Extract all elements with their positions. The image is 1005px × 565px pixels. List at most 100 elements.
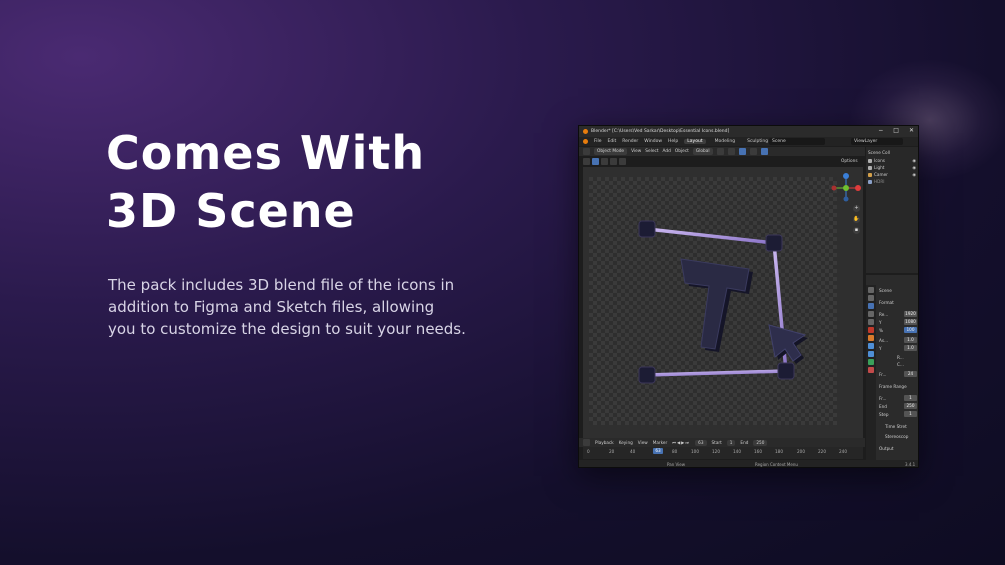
eye-icon[interactable]: ◉	[912, 164, 916, 171]
eye-icon[interactable]: ◉	[912, 171, 916, 178]
play-controls[interactable]: ⏮◀▶⏭	[672, 440, 690, 445]
physics-tab-icon[interactable]	[868, 351, 874, 357]
minimize-button[interactable]: −	[878, 127, 883, 134]
field-label: R...	[897, 355, 904, 360]
playhead[interactable]: 63	[653, 448, 663, 454]
editor-type-icon[interactable]	[583, 148, 590, 155]
outliner-item-camera[interactable]: Camer ◉	[868, 171, 918, 178]
format-section[interactable]: Format	[879, 299, 918, 306]
resolution-x-row: Re... 1920	[879, 311, 918, 318]
time-stretching-section[interactable]: Time Stret	[879, 423, 918, 430]
close-button[interactable]: ✕	[909, 127, 914, 134]
start-frame-field[interactable]: 1	[726, 439, 736, 446]
aspect-x-field[interactable]: 1.0	[904, 337, 917, 343]
scene-selector[interactable]: Scene	[769, 138, 825, 145]
menu-window[interactable]: Window	[644, 139, 662, 144]
menu-render[interactable]: Render	[622, 139, 638, 144]
timeline-editor-icon[interactable]	[583, 439, 590, 446]
menu-timeline-view[interactable]: View	[638, 440, 648, 445]
tool-tab-icon[interactable]	[868, 287, 874, 293]
material-tab-icon[interactable]	[868, 367, 874, 373]
menu-marker[interactable]: Marker	[653, 440, 667, 445]
field-label: C...	[897, 362, 904, 367]
crop-row[interactable]: C...	[879, 361, 918, 368]
select-invert-icon[interactable]	[619, 158, 626, 165]
axis-neg-z-icon[interactable]	[843, 196, 849, 202]
menu-edit[interactable]: Edit	[608, 139, 617, 144]
resolution-y-field[interactable]: 1080	[904, 319, 917, 325]
shading-solid-icon[interactable]	[749, 148, 757, 155]
mode-selector[interactable]: Object Mode	[594, 148, 628, 155]
axis-z-icon[interactable]	[843, 173, 849, 179]
tab-layout[interactable]: Layout	[684, 139, 706, 144]
navigation-gizmo[interactable]	[829, 171, 863, 205]
maximize-button[interactable]: □	[893, 127, 899, 134]
axis-neg-x-icon[interactable]	[831, 185, 837, 191]
snap-icon[interactable]	[716, 148, 724, 155]
menu-select[interactable]: Select	[645, 149, 658, 154]
menu-add[interactable]: Add	[663, 149, 671, 154]
output-tab-icon[interactable]	[868, 303, 874, 309]
outliner-item-icons[interactable]: Icons ◉	[868, 157, 918, 164]
view-layer-tab-icon[interactable]	[868, 311, 874, 317]
select-mode-icon[interactable]	[592, 158, 599, 165]
options-dropdown[interactable]: Options	[841, 159, 858, 164]
frame-step-field[interactable]: 1	[904, 411, 917, 417]
menu-playback[interactable]: Playback	[595, 440, 614, 445]
menu-help[interactable]: Help	[668, 139, 678, 144]
frame-end-field[interactable]: 250	[904, 403, 917, 409]
modifier-tab-icon[interactable]	[868, 343, 874, 349]
frame-end-row: End 250	[879, 403, 918, 410]
hand-pan-icon[interactable]: ✋	[853, 216, 860, 223]
constraint-tab-icon[interactable]	[868, 359, 874, 365]
select-subtract-icon[interactable]	[610, 158, 617, 165]
current-frame-field[interactable]: 63	[695, 439, 707, 446]
resolution-x-field[interactable]: 1920	[904, 311, 917, 317]
aspect-y-field[interactable]: 1.0	[904, 345, 917, 351]
zoom-icon[interactable]: +	[853, 205, 860, 212]
stereoscopy-section[interactable]: Stereoscop	[879, 433, 918, 440]
camera-icon[interactable]: ▪	[853, 227, 860, 234]
menu-file[interactable]: File	[594, 139, 602, 144]
eye-icon[interactable]: ◉	[912, 157, 916, 164]
transform-orientation[interactable]: Global	[692, 148, 713, 155]
frame-start-field[interactable]: 1	[904, 395, 917, 401]
render-tab-icon[interactable]	[868, 295, 874, 301]
shading-material-icon[interactable]	[760, 148, 768, 155]
timeline-tick: 80	[672, 449, 678, 454]
select-extend-icon[interactable]	[601, 158, 608, 165]
menu-keying[interactable]: Keying	[619, 440, 633, 445]
select-box-icon[interactable]	[583, 158, 590, 165]
frame-rate-row: Fr... 24	[879, 371, 918, 378]
outliner-scene-collection[interactable]: Scene Coll	[868, 149, 918, 156]
frame-rate-field[interactable]: 24	[904, 371, 917, 377]
scene-tab-icon[interactable]	[868, 319, 874, 325]
menu-view[interactable]: View	[631, 149, 641, 154]
collection-icon	[868, 159, 872, 163]
window-titlebar: Blender* [C:\Users\Ved Sarkar\Desktop\Es…	[579, 126, 918, 137]
tab-sculpting[interactable]: Sculpting	[744, 139, 771, 144]
proportional-icon[interactable]	[727, 148, 735, 155]
menu-object[interactable]: Object	[675, 149, 689, 154]
render-region-row[interactable]: R...	[879, 354, 918, 361]
output-section[interactable]: Output	[879, 445, 918, 452]
object-tab-icon[interactable]	[868, 335, 874, 341]
tab-modeling[interactable]: Modeling	[712, 139, 738, 144]
axis-x-icon[interactable]	[855, 185, 861, 191]
menu-bar: File Edit Render Window Help Layout Mode…	[579, 137, 918, 146]
world-tab-icon[interactable]	[868, 327, 874, 333]
field-label: End	[879, 404, 887, 409]
frame-range-section[interactable]: Frame Range	[879, 383, 918, 390]
3d-viewport[interactable]: + ✋ ▪	[583, 167, 863, 439]
outliner-item-hdri[interactable]: HDRI	[868, 178, 918, 185]
resolution-percent-field[interactable]: 100	[904, 327, 917, 333]
overlay-icon[interactable]	[738, 148, 746, 155]
end-frame-field[interactable]: 250	[753, 439, 768, 446]
view-layer-selector[interactable]: ViewLayer	[851, 138, 903, 145]
blender-menu-icon[interactable]	[583, 139, 588, 144]
timeline-ruler[interactable]: 0 20 40 63 80 100 120 140 160 180 200 22…	[583, 447, 863, 459]
axis-y-icon[interactable]	[843, 185, 849, 191]
collection-icon	[868, 166, 872, 170]
end-label: End	[740, 440, 749, 445]
outliner-item-light[interactable]: Light ◉	[868, 164, 918, 171]
